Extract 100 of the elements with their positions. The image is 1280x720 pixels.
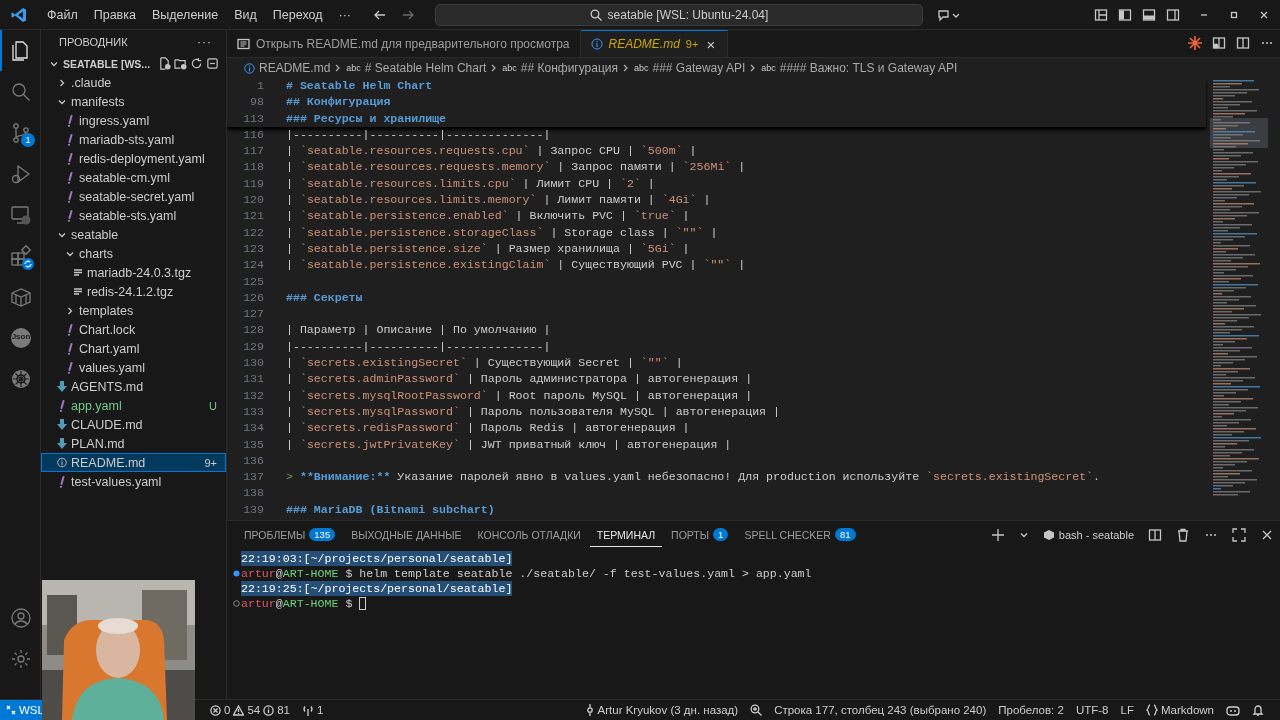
sparkle-icon[interactable]	[1188, 36, 1202, 50]
sidebar-title: ПРОВОДНИК	[59, 36, 128, 48]
chevron-right-icon[interactable]	[57, 77, 67, 88]
collapse-all-icon[interactable]	[206, 57, 220, 70]
ports-status[interactable]: 1	[296, 700, 330, 720]
tree-item[interactable]: redis-deployment.yaml	[41, 149, 226, 168]
split-terminal-icon[interactable]	[1148, 528, 1162, 542]
tree-item[interactable]: seatable-sts.yaml	[41, 206, 226, 225]
tree-item[interactable]: AGENTS.md	[41, 377, 226, 396]
json-circle-icon[interactable]	[9, 325, 33, 350]
minimap-drawing[interactable]	[1210, 78, 1268, 498]
code-line: | `seatable.resources.limits.cpu` | Лимит CPU | `2` |	[286, 175, 655, 192]
menu-item[interactable]: Правка	[85, 4, 144, 25]
exclamation-icon	[57, 475, 67, 488]
tree-item[interactable]: charts	[41, 244, 226, 263]
terminal-line: artur@ART-HOME $ helm template seatable ./seatable/ -f test-values.yaml > app.yaml	[241, 566, 812, 581]
info-icon	[263, 704, 275, 716]
tree-item[interactable]: values.yaml	[41, 358, 226, 377]
close-icon[interactable]	[1260, 528, 1274, 542]
secondary-sidebar-icon[interactable]	[1166, 7, 1180, 22]
panel-tab[interactable]: КОНСОЛЬ ОТЛАДКИ	[470, 523, 588, 547]
remote-indicator[interactable]: WSL	[0, 700, 44, 720]
line-number: 116	[242, 126, 265, 143]
tree-item[interactable]: .claude	[41, 73, 226, 92]
workspace-name[interactable]: SEATABLE [WS...	[63, 57, 151, 70]
code-line: | `secrets.redisPassword` | Пароль Redis | автогенерация |	[286, 420, 690, 437]
json-label: Json	[10, 332, 32, 341]
account-icon[interactable]	[9, 605, 33, 630]
menu-item[interactable]: ···	[330, 4, 359, 25]
exclamation-icon	[65, 114, 75, 127]
code-line: # Seatable Helm Chart	[286, 78, 433, 94]
tree-item[interactable]: app.yaml U	[41, 396, 226, 415]
tree-item[interactable]: PLAN.md	[41, 434, 226, 453]
menu-item[interactable]: Выделение	[143, 4, 227, 25]
status-item[interactable]: UTF-8	[1069, 700, 1115, 720]
trash-icon[interactable]	[1176, 528, 1190, 542]
tree-item[interactable]: seatable-secret.yaml	[41, 187, 226, 206]
menu-item[interactable]: Вид	[226, 4, 265, 25]
breadcrumb-item[interactable]: abc ### Gateway API	[634, 61, 746, 75]
tree-item[interactable]: ingress.yaml	[41, 111, 226, 130]
language-mode[interactable]: Markdown	[1139, 700, 1220, 720]
status-item[interactable]: Пробелов: 2	[992, 700, 1070, 720]
refresh-icon[interactable]	[190, 57, 204, 70]
sidebar-toggle-icon[interactable]	[1118, 7, 1132, 22]
tree-item[interactable]: Chart.lock	[41, 320, 226, 339]
chevron-right-icon[interactable]	[65, 305, 75, 316]
tree-item[interactable]: mariadb-24.0.3.tgz	[41, 263, 226, 282]
code-line: | `seatable.resources.requests.memory` | Запрос памяти | `256Mi` |	[286, 159, 746, 176]
exclamation-icon	[65, 361, 75, 374]
line-number: 122	[242, 224, 265, 241]
panel-toggle-icon[interactable]	[1142, 7, 1156, 22]
new-terminal-icon[interactable]	[990, 528, 1005, 542]
tree-item[interactable]: manifests	[41, 92, 226, 111]
terminal-selector[interactable]: bash - seatable	[1042, 529, 1134, 541]
code-line: | `secrets.adminPassword` | Пароль администратора | автогенерация |	[286, 371, 753, 388]
command-center-search[interactable]: seatable [WSL: Ubuntu-24.04]	[435, 3, 923, 26]
git-blame-status[interactable]: Artur Kryukov (3 дн. назад)	[578, 700, 745, 720]
bell-icon[interactable]	[1252, 704, 1264, 716]
problems-status[interactable]: 0 54 81	[204, 700, 296, 720]
exclamation-icon	[65, 323, 75, 336]
tree-item[interactable]: templates	[41, 301, 226, 320]
status-item[interactable]: LF	[1114, 700, 1140, 720]
status-item[interactable]: Строка 177, столбец 243 (выбрано 240)	[768, 700, 993, 720]
zoom-in-icon[interactable]	[750, 704, 763, 716]
code-line: | `secrets.jwtPrivateKey` | JWT приватный ключ | автогенерация |	[286, 436, 732, 453]
dropdown-caret-icon[interactable]	[1018, 530, 1029, 540]
extensions-icon[interactable]	[9, 243, 33, 268]
maximize-panel-icon[interactable]	[1232, 528, 1246, 542]
panel-tab[interactable]: SPELL CHECKER 81	[737, 523, 863, 547]
tree-item[interactable]: seatable-cm.yml	[41, 168, 226, 187]
new-folder-icon[interactable]	[174, 57, 188, 70]
breadcrumb-item[interactable]: abc #### Важно: TLS и Gateway API	[761, 61, 958, 75]
layout-icon[interactable]	[1094, 7, 1108, 22]
tree-item[interactable]: redis-24.1.2.tgz	[41, 282, 226, 301]
editor-tab[interactable]: Открыть README.md для предварительного просмотра	[227, 30, 581, 57]
breadcrumb-item[interactable]: abc # Seatable Helm Chart	[346, 61, 487, 75]
open-preview-icon[interactable]	[1212, 36, 1226, 50]
breadcrumb-item[interactable]: README.md	[244, 61, 331, 75]
tree-item[interactable]: test-values.yaml	[41, 472, 226, 491]
menu-item[interactable]: Переход	[264, 4, 331, 25]
code-line: | `seatable.persistence.existingClaim` | Существующий PVC | `""` |	[286, 257, 746, 274]
new-file-icon[interactable]	[158, 57, 172, 70]
more-actions-button[interactable]: ···	[197, 35, 212, 49]
tree-item[interactable]: Chart.yaml	[41, 339, 226, 358]
panel-tab[interactable]: ТЕРМИНАЛ	[589, 523, 663, 547]
tree-item[interactable]: mariadb-sts.yaml	[41, 130, 226, 149]
exclamation-icon	[65, 342, 75, 355]
tree-item[interactable]: CLAUDE.md	[41, 415, 226, 434]
panel-tab[interactable]: ПРОБЛЕМЫ 135	[237, 523, 343, 547]
panel-tab[interactable]: ПОРТЫ 1	[664, 523, 736, 547]
breadcrumb-item[interactable]: abc ## Конфигурация	[502, 61, 618, 75]
error-icon	[210, 704, 221, 716]
tree-item[interactable]: seatable	[41, 225, 226, 244]
split-editor-icon[interactable]	[1236, 36, 1250, 50]
tree-item[interactable]: README.md 9+	[41, 453, 226, 472]
menu-item[interactable]: Файл	[39, 4, 86, 25]
panel-tab[interactable]: ВЫХОДНЫЕ ДАННЫЕ	[344, 523, 469, 547]
line-number: 121	[242, 208, 265, 225]
editor-tab[interactable]: README.md 9+ ×	[580, 30, 729, 57]
close-tab-button[interactable]: ×	[704, 35, 718, 53]
